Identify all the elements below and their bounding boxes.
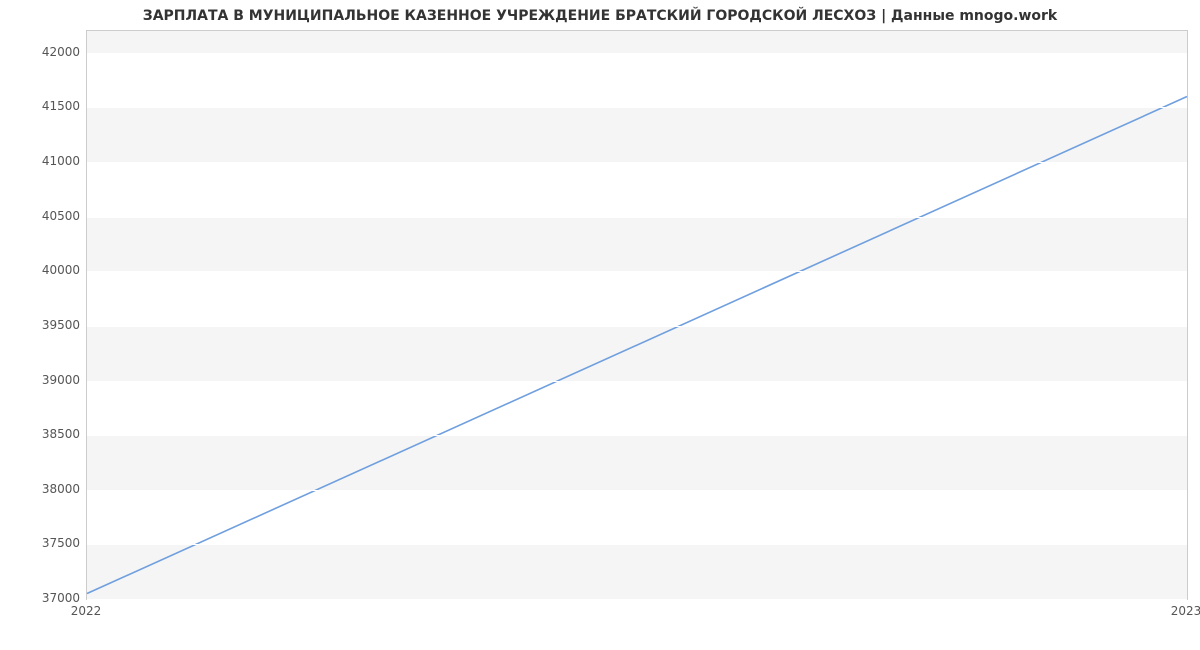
gridline	[87, 217, 1187, 218]
y-tick-label: 40000	[20, 263, 80, 277]
y-tick-label: 39000	[20, 373, 80, 387]
y-tick-label: 38500	[20, 427, 80, 441]
gridline	[87, 599, 1187, 600]
line-series	[87, 31, 1187, 599]
x-tick-label: 2023	[1171, 604, 1200, 618]
chart-container: ЗАРПЛАТА В МУНИЦИПАЛЬНОЕ КАЗЕННОЕ УЧРЕЖД…	[0, 0, 1200, 650]
gridline	[87, 271, 1187, 272]
series-line	[87, 97, 1187, 594]
plot-area	[86, 30, 1188, 600]
gridline	[87, 490, 1187, 491]
gridline	[87, 381, 1187, 382]
y-tick-label: 37000	[20, 591, 80, 605]
x-tick-label: 2022	[71, 604, 102, 618]
y-tick-label: 39500	[20, 318, 80, 332]
gridline	[87, 326, 1187, 327]
gridline	[87, 53, 1187, 54]
y-tick-label: 42000	[20, 45, 80, 59]
y-tick-label: 40500	[20, 209, 80, 223]
gridline	[87, 107, 1187, 108]
y-tick-label: 38000	[20, 482, 80, 496]
gridline	[87, 162, 1187, 163]
y-tick-label: 37500	[20, 536, 80, 550]
gridline	[87, 435, 1187, 436]
y-tick-label: 41500	[20, 99, 80, 113]
y-tick-label: 41000	[20, 154, 80, 168]
chart-title: ЗАРПЛАТА В МУНИЦИПАЛЬНОЕ КАЗЕННОЕ УЧРЕЖД…	[0, 8, 1200, 24]
gridline	[87, 544, 1187, 545]
